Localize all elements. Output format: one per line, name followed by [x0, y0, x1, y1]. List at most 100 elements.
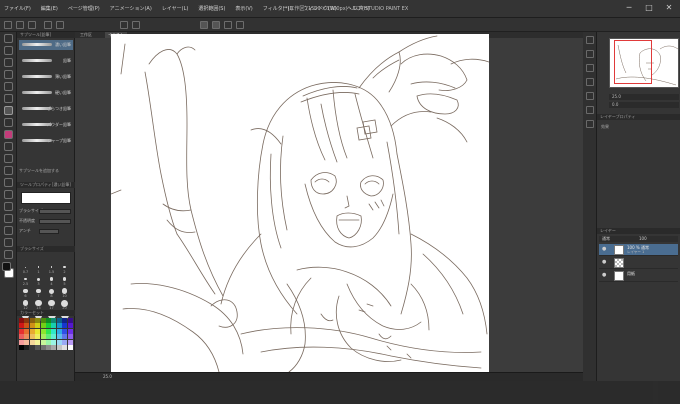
color-swatch[interactable]	[19, 323, 24, 329]
brush-size-option[interactable]: 17	[45, 298, 58, 310]
color-swatch[interactable]	[46, 328, 51, 334]
brush-item[interactable]: 鉛筆	[19, 56, 73, 66]
new-file-icon[interactable]	[4, 21, 12, 29]
open-file-icon[interactable]	[16, 21, 24, 29]
color-swatch[interactable]	[35, 328, 41, 334]
color-swatch[interactable]	[56, 339, 62, 345]
color-swatch[interactable]	[19, 345, 24, 350]
navigator-view-frame[interactable]	[614, 40, 652, 84]
color-swatch[interactable]	[24, 323, 30, 329]
color-swatch[interactable]	[67, 334, 73, 340]
color-swatch[interactable]	[62, 339, 68, 345]
color-swatch[interactable]	[19, 339, 24, 345]
move-icon[interactable]	[4, 46, 13, 55]
brush-size-option[interactable]: 6	[19, 286, 32, 298]
color-swatch[interactable]	[19, 328, 24, 334]
eye-icon[interactable]: ●	[602, 273, 608, 278]
brush-size-option[interactable]: 8	[45, 286, 58, 298]
airbrush-icon[interactable]	[4, 142, 13, 151]
color-swatch[interactable]	[51, 318, 57, 323]
color-swatch[interactable]	[29, 318, 35, 323]
color-swatch[interactable]	[56, 318, 62, 323]
undo-icon[interactable]	[44, 21, 52, 29]
color-swatch[interactable]	[46, 323, 51, 329]
color-swatch[interactable]	[24, 328, 30, 334]
brush-item[interactable]: 硬い鉛筆	[19, 88, 73, 98]
gear-icon[interactable]	[586, 120, 594, 128]
eraser-icon[interactable]	[4, 166, 13, 175]
slider-track[interactable]	[39, 209, 71, 214]
color-swatch[interactable]	[67, 318, 73, 323]
color-swatch[interactable]	[19, 334, 24, 340]
brush-item[interactable]: 濃い鉛筆	[19, 40, 73, 50]
brush-size-option[interactable]: 1	[32, 262, 45, 274]
pen-icon[interactable]	[4, 106, 13, 115]
color-swatch[interactable]	[51, 328, 57, 334]
navigator-rotate-slider[interactable]: 0.0	[609, 102, 679, 108]
brush-size-option[interactable]: 2	[58, 262, 71, 274]
color-swatch[interactable]	[24, 339, 30, 345]
layer-item[interactable]: ● 100 % 通常 レイヤー 1	[599, 244, 678, 256]
figure-icon[interactable]	[4, 214, 13, 223]
color-swatch[interactable]	[56, 328, 62, 334]
color-swatch[interactable]	[67, 328, 73, 334]
color-swatch[interactable]	[29, 334, 35, 340]
color-swatch[interactable]	[24, 318, 30, 323]
drawing-canvas[interactable]	[110, 34, 490, 373]
snap-icon[interactable]	[200, 21, 208, 29]
color-swatch[interactable]	[62, 334, 68, 340]
auto-select-icon[interactable]	[4, 82, 13, 91]
blend-mode-select[interactable]: 通常 100	[599, 236, 678, 242]
brush-size-option[interactable]: 0.7	[19, 262, 32, 274]
color-swatch[interactable]	[62, 345, 68, 350]
menu-edit[interactable]: 編集(E)	[41, 5, 58, 12]
color-swatch[interactable]	[46, 345, 51, 350]
color-swatch[interactable]	[67, 339, 73, 345]
color-swatch[interactable]	[40, 339, 46, 345]
brush-item[interactable]: シャープ鉛筆	[19, 136, 73, 146]
brush-icon[interactable]	[4, 130, 13, 139]
gradient-icon[interactable]	[4, 202, 13, 211]
info-icon[interactable]	[586, 106, 594, 114]
navigator-preview[interactable]	[609, 38, 679, 88]
brush-item[interactable]: 薄い鉛筆	[19, 72, 73, 82]
menu-animation[interactable]: アニメーション(A)	[110, 5, 152, 12]
color-swatch[interactable]	[56, 323, 62, 329]
color-swatch[interactable]	[46, 318, 51, 323]
menu-selection[interactable]: 選択範囲(S)	[198, 5, 225, 12]
property-antialias[interactable]: アンチ	[19, 228, 73, 235]
eye-icon[interactable]: ●	[602, 260, 608, 265]
add-subtool-button[interactable]: サブツールを追加する	[19, 168, 59, 174]
brush-size-option[interactable]: 1.5	[45, 262, 58, 274]
menu-file[interactable]: ファイル(F)	[4, 5, 31, 12]
brush-size-option[interactable]: 3	[32, 274, 45, 286]
eyedropper-icon[interactable]	[4, 94, 13, 103]
eye-icon[interactable]: ●	[602, 247, 608, 252]
color-swatch[interactable]	[56, 345, 62, 350]
sub-view-icon[interactable]	[586, 50, 594, 58]
brush-item[interactable]: パウダー鉛筆	[19, 120, 73, 130]
main-color-swatch[interactable]	[2, 262, 11, 271]
color-swatch[interactable]	[67, 323, 73, 329]
brush-size-option[interactable]: 10	[58, 286, 71, 298]
menu-layer[interactable]: レイヤー(L)	[162, 5, 189, 12]
color-swatch[interactable]	[35, 345, 41, 350]
brush-size-option[interactable]: 12	[19, 298, 32, 310]
color-swatch[interactable]	[40, 345, 46, 350]
color-swatch[interactable]	[40, 323, 46, 329]
color-swatch[interactable]	[24, 345, 30, 350]
brush-item[interactable]: ざらつき鉛筆	[19, 104, 73, 114]
pencil-icon[interactable]	[4, 118, 13, 127]
correction-icon[interactable]	[4, 250, 13, 259]
color-swatch[interactable]	[46, 339, 51, 345]
color-swatch[interactable]	[29, 339, 35, 345]
layer-item[interactable]: ● 用紙	[599, 270, 678, 282]
color-swatch[interactable]	[19, 318, 24, 323]
brush-size-option[interactable]: 2.5	[19, 274, 32, 286]
clear-icon[interactable]	[120, 21, 128, 29]
transform-icon[interactable]	[132, 21, 140, 29]
brush-size-option[interactable]: 7	[32, 286, 45, 298]
color-swatch[interactable]	[29, 345, 35, 350]
brush-size-option[interactable]: 5	[58, 274, 71, 286]
color-swatch[interactable]	[35, 339, 41, 345]
